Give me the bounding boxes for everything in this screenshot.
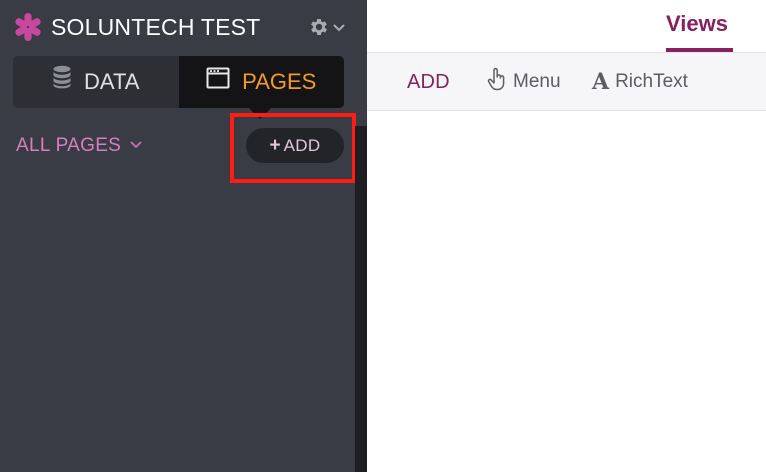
plus-icon: + [269, 135, 281, 156]
all-pages-label: ALL PAGES [16, 135, 122, 156]
richtext-icon: A [592, 69, 610, 95]
page-canvas [367, 111, 766, 472]
chevron-down-icon [333, 20, 345, 38]
pages-mode-label: PAGES [242, 69, 317, 94]
sidebar-scrollbar[interactable] [355, 126, 367, 472]
component-toolbar: ADD Menu A RichText [367, 53, 766, 111]
all-pages-dropdown[interactable]: ALL PAGES [16, 133, 142, 159]
window-icon [206, 56, 230, 108]
database-icon [52, 56, 72, 108]
asterisk-logo-icon [13, 12, 43, 42]
data-pages-toggle: DATA PAGES [13, 56, 344, 108]
app-title: SOLUNTECH TEST [51, 14, 261, 40]
pointer-hand-icon [487, 67, 507, 97]
add-page-button[interactable]: + ADD [246, 128, 344, 163]
toolbar-menu-label: Menu [513, 71, 561, 92]
data-mode-label: DATA [84, 69, 140, 94]
toolbar-richtext-button[interactable]: A RichText [592, 69, 688, 95]
settings-button[interactable] [308, 16, 348, 42]
toolbar-menu-button[interactable]: Menu [487, 67, 561, 97]
add-page-label: ADD [283, 136, 321, 155]
chevron-down-icon [130, 137, 142, 155]
active-tab-underline [666, 48, 733, 52]
tab-views[interactable]: Views [666, 10, 728, 52]
sidebar: SOLUNTECH TEST DATA PAGES ALL PAGES + AD… [0, 0, 367, 472]
data-mode-button[interactable]: DATA [13, 56, 179, 108]
main-tab-bar: Views [367, 0, 766, 53]
toolbar-add-button[interactable]: ADD [407, 70, 450, 94]
app-header: SOLUNTECH TEST [0, 0, 367, 56]
toolbar-richtext-label: RichText [615, 71, 688, 92]
gear-icon [308, 16, 330, 43]
